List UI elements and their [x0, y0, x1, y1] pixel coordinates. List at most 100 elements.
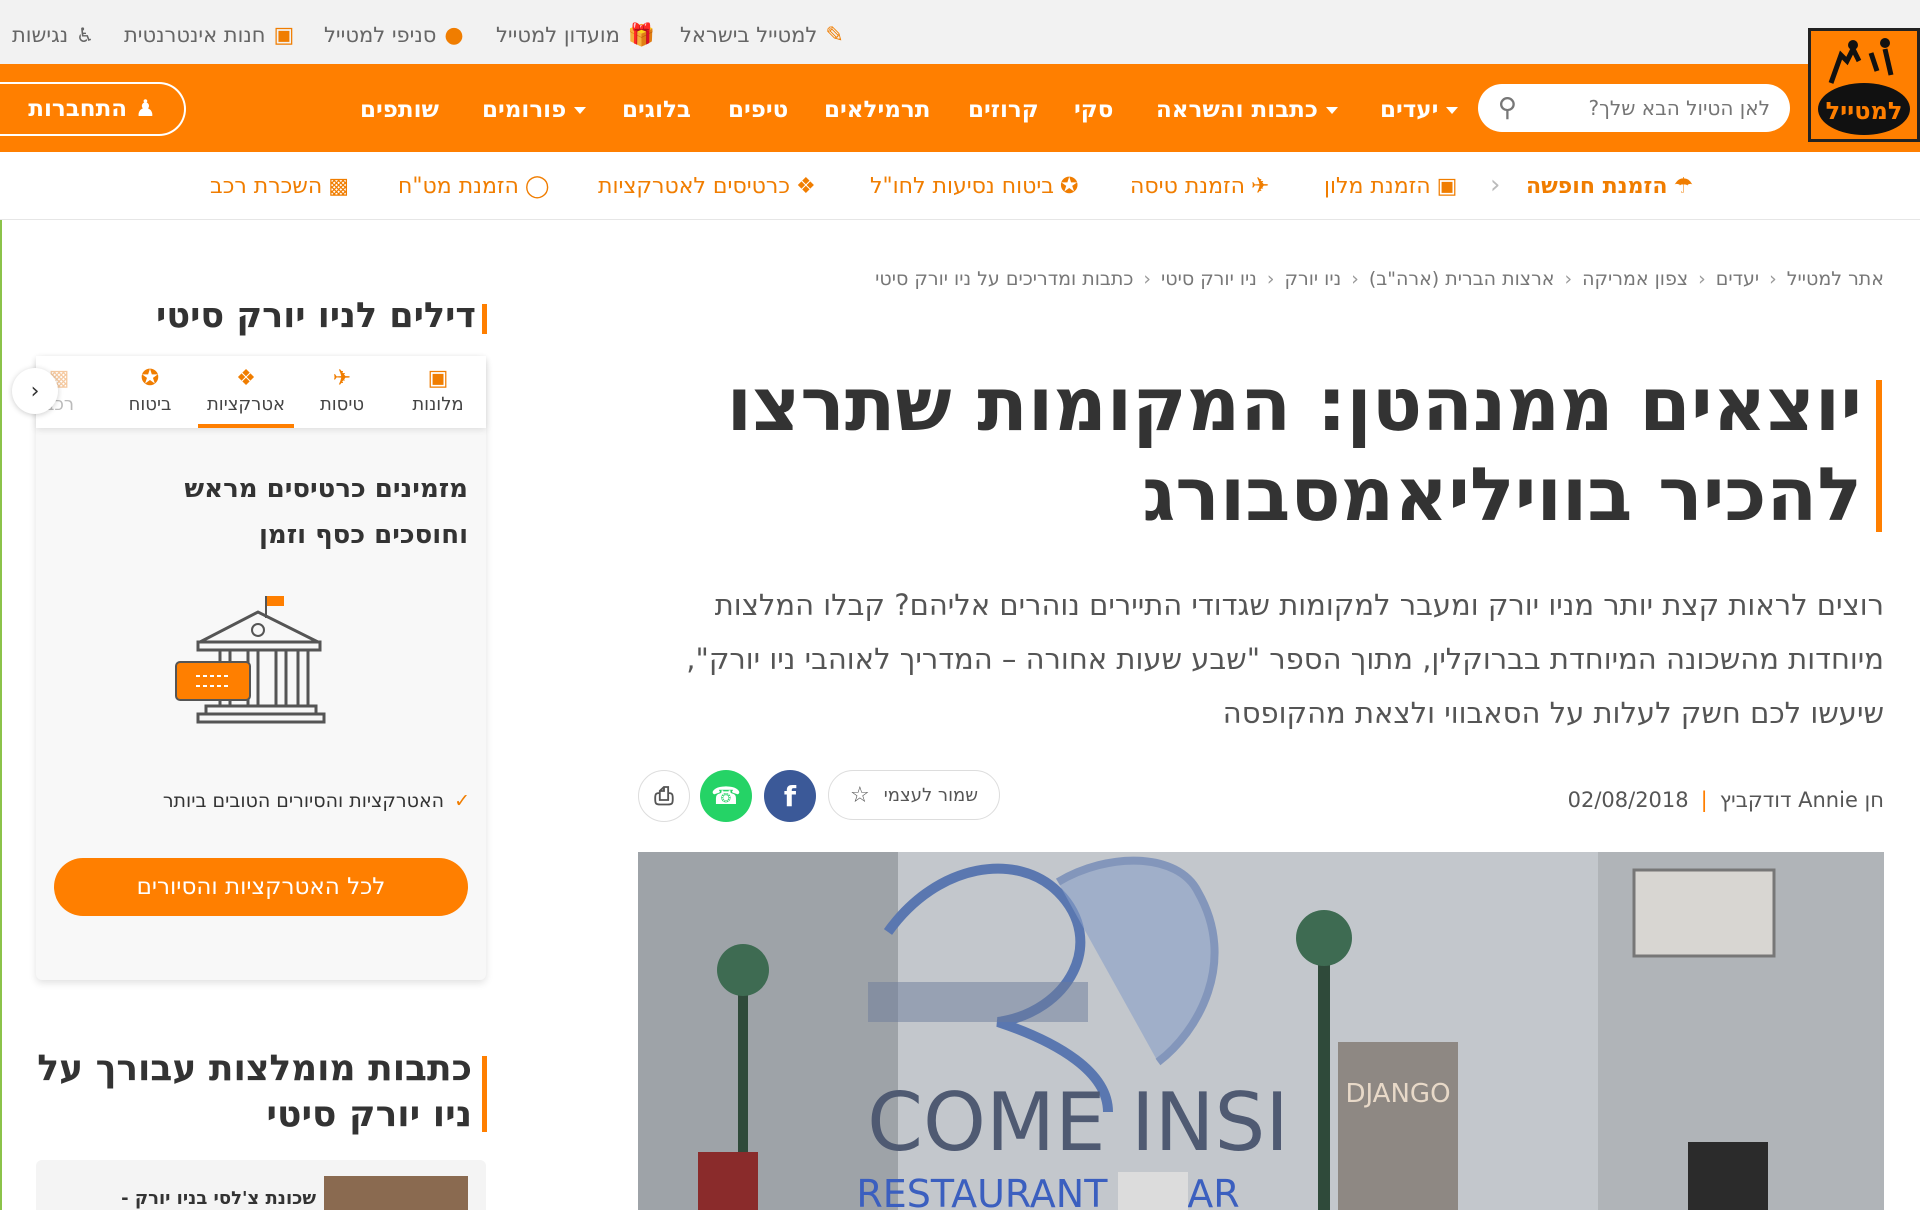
breadcrumb-item[interactable]: ניו יורק — [1285, 268, 1342, 290]
print-button[interactable]: ⎙ — [638, 770, 690, 822]
breadcrumb-item[interactable]: כתבות ומדריכים על ניו יורק סיטי — [875, 268, 1133, 290]
breadcrumb-item[interactable]: צפון אמריקה — [1582, 268, 1688, 290]
plane-icon: ✈ — [1251, 174, 1270, 199]
nav-forums[interactable]: פורומים — [482, 90, 587, 130]
nav-articles[interactable]: כתבות והשראה — [1156, 90, 1338, 130]
svg-text:COME INSI: COME INSI — [867, 1076, 1289, 1169]
article-lead: רוצים לראות קצת יותר מניו יורק ומעבר למק… — [686, 588, 1884, 730]
checkmark-icon: ✓ — [454, 790, 470, 812]
svg-text:למטייל: למטייל — [1826, 97, 1903, 125]
building-icon — [175, 596, 326, 724]
page-edge-line — [0, 220, 2, 1210]
promo-text: מזמינים כרטיסים מראש וחוסכים כסף וזמן — [184, 474, 468, 550]
chevron-left-icon: ‹ — [1769, 268, 1777, 290]
nav-cruises[interactable]: קרוזים — [968, 90, 1039, 130]
tab-attractions[interactable]: ❖ אטרקציות — [198, 366, 294, 415]
whatsapp-icon: ☎ — [711, 782, 741, 810]
tab-hotels[interactable]: ▣ מלונות — [390, 366, 486, 415]
coin-icon: ◯ — [524, 174, 550, 199]
author-name: חן Annie דודקביץ — [1719, 788, 1884, 812]
booking-flight[interactable]: ✈הזמנת טיסה — [1130, 172, 1269, 202]
bed-icon: ▣ — [1436, 174, 1458, 199]
util-shop-link[interactable]: ▣ חנות אינטרנטית — [124, 20, 294, 50]
all-attractions-button[interactable]: לכל האטרקציות והסיורים — [54, 858, 468, 916]
store-icon: ▣ — [273, 22, 295, 48]
palm-icon: ☂ — [1673, 174, 1694, 199]
facebook-share-button[interactable]: f — [764, 770, 816, 822]
bed-icon: ▣ — [427, 366, 449, 391]
star-icon: ☆ — [850, 782, 870, 808]
nav-ski[interactable]: סקי — [1074, 90, 1113, 130]
chevron-left-icon: ‹ — [1351, 268, 1359, 290]
article-title: יוצאים ממנהטן: המקומות שתרצו להכיר בוויל… — [726, 362, 1862, 538]
active-tab-indicator — [198, 424, 294, 428]
svg-text:DJANGO: DJANGO — [1345, 1079, 1450, 1109]
site-logo[interactable]: למטייל — [1808, 28, 1920, 142]
car-icon: ▩ — [328, 174, 350, 199]
booking-car[interactable]: ▩השכרת רכב — [210, 172, 349, 202]
meta-divider: | — [1700, 788, 1708, 812]
accessibility-icon: ♿ — [76, 23, 95, 47]
chevron-left-icon: ‹ — [1490, 170, 1501, 200]
tab-insurance[interactable]: ✪ ביטוח — [102, 366, 198, 415]
nav-tips[interactable]: טיפים — [728, 90, 788, 130]
search-icon[interactable]: ⚲ — [1498, 93, 1517, 123]
deals-title: דילים לניו יורק סיטי — [156, 296, 476, 336]
printer-icon: ⎙ — [654, 782, 674, 810]
util-branches-link[interactable]: ● סניפי למטייל — [324, 20, 464, 50]
nav-destinations[interactable]: יעדים — [1380, 90, 1459, 130]
nav-blogs[interactable]: בלוגים — [622, 90, 691, 130]
recommended-title: כתבות מומלצות עבורך על ניו יורק סיטי — [37, 1048, 472, 1135]
chevron-down-icon — [1446, 107, 1459, 114]
booking-attractions[interactable]: ❖כרטיסים לאטרקציות — [598, 172, 816, 202]
util-club-link[interactable]: 🎁 מועדון למטייל — [496, 20, 655, 50]
benefit-item: ✓האטרקציות והסיורים הטובים ביותר — [162, 790, 470, 812]
chevron-left-icon: ‹ — [1698, 268, 1706, 290]
logo-graphic: למטייל — [1818, 38, 1910, 135]
gift-icon: 🎁 — [627, 22, 656, 48]
booking-currency[interactable]: ◯הזמנת מט"ח — [398, 172, 550, 202]
booking-insurance[interactable]: ✪ביטוח נסיעות לחו"ל — [870, 172, 1078, 202]
hikers-icon: ✎ — [825, 22, 844, 48]
search-input[interactable] — [1560, 96, 1770, 120]
hero-illustration: COME INSI RESTAURANT & BAR DJANGO — [638, 852, 1884, 1210]
deals-accent-bar — [482, 304, 487, 334]
hero-image: COME INSI RESTAURANT & BAR DJANGO — [638, 852, 1884, 1210]
article-date: 02/08/2018 — [1567, 788, 1689, 812]
ticket-icon: ❖ — [795, 174, 816, 199]
chevron-down-icon — [574, 107, 587, 114]
nav-backpackers[interactable]: תרמילאים — [824, 90, 930, 130]
breadcrumb-item[interactable]: ארצות הברית (ארה"ב) — [1369, 268, 1555, 290]
plane-icon: ✈ — [332, 366, 352, 391]
ticket-icon: ❖ — [236, 366, 256, 391]
booking-vacation[interactable]: ☂הזמנת חופשה — [1526, 172, 1693, 202]
ticket-building-illustration — [172, 590, 332, 730]
save-for-later-button[interactable]: שמור לעצמי ☆ — [828, 770, 1000, 820]
chevron-left-icon: ‹ — [30, 378, 40, 404]
badge-icon: ✪ — [1059, 174, 1079, 199]
whatsapp-share-button[interactable]: ☎ — [700, 770, 752, 822]
breadcrumb: אתר למטייל ‹ יעדים ‹ צפון אמריקה ‹ ארצות הברית… — [740, 268, 1884, 290]
title-accent-bar — [1876, 380, 1882, 532]
chevron-down-icon — [1325, 107, 1338, 114]
article-meta: חן Annie דודקביץ | 02/08/2018 — [1560, 788, 1884, 812]
login-button[interactable]: ♟ התחברות — [0, 82, 186, 136]
util-israel-link[interactable]: ✎ למטייל בישראל — [680, 20, 844, 50]
chevron-left-icon: ‹ — [1266, 268, 1275, 290]
nav-partners[interactable]: שותפים — [360, 90, 439, 130]
breadcrumb-item[interactable]: ניו יורק סיטי — [1161, 268, 1257, 290]
tabs-prev-button[interactable]: ‹ — [12, 368, 58, 414]
chevron-left-icon: ‹ — [1564, 268, 1573, 290]
breadcrumb-item[interactable]: יעדים — [1716, 268, 1759, 290]
booking-hotel[interactable]: ▣הזמנת מלון — [1324, 172, 1457, 202]
user-icon: ♟ — [135, 96, 156, 122]
breadcrumb-item[interactable]: אתר למטייל — [1787, 268, 1884, 290]
tab-flights[interactable]: ✈ טיסות — [294, 366, 390, 415]
recommended-accent-bar — [482, 1056, 487, 1132]
chevron-left-icon: ‹ — [1143, 268, 1151, 290]
recommended-article-title[interactable]: שכונת צ'לסי בניו יורק - — [54, 1188, 316, 1209]
search-box[interactable]: ⚲ — [1478, 84, 1790, 132]
facebook-icon: f — [783, 779, 797, 813]
recommended-article-thumbnail[interactable] — [324, 1176, 468, 1210]
util-accessibility-link[interactable]: ♿ נגישות — [12, 20, 94, 50]
